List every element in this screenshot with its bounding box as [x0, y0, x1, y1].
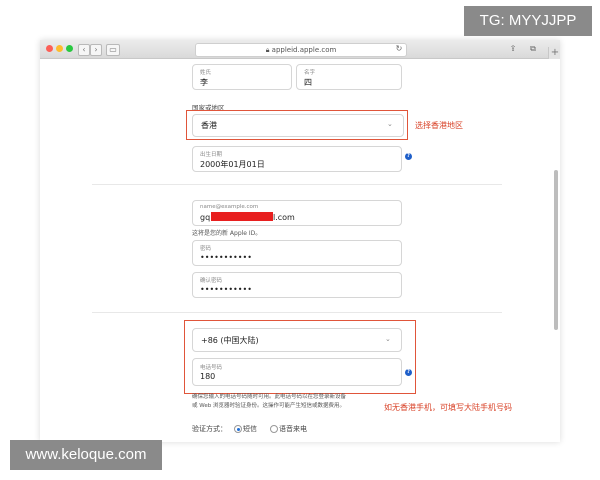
birthday-value: 2000年01月01日	[200, 160, 265, 169]
sms-radio[interactable]	[234, 425, 242, 433]
sidebar-icon[interactable]: ▭	[106, 44, 120, 56]
country-code-value: +86 (中国大陆)	[201, 336, 259, 345]
region-annotation: 选择香港地区	[415, 121, 463, 130]
phone-description-line1: 确保您输入的电话号码随时可用。此电话号码以在您登录新设备	[192, 394, 347, 400]
verify-method-label: 验证方式：	[192, 425, 227, 433]
email-value-end: l.com	[273, 213, 295, 222]
phone-description-line2: 或 Web 浏览器时验证身份。这操作可能产生短信或数据费用。	[192, 403, 345, 409]
close-window-icon[interactable]	[46, 45, 53, 52]
email-redaction	[211, 212, 273, 221]
first-name-field[interactable]: 名字 四	[296, 64, 402, 90]
last-name-field[interactable]: 姓氏 李	[192, 64, 292, 90]
confirm-password-label: 确认密码	[200, 278, 223, 284]
browser-toolbar: ‹ › ▭ 🔒︎ appleid.apple.com ↻ ⇪ ⧉	[40, 40, 560, 59]
voice-call-option-label: 语音来电	[279, 425, 307, 433]
region-value: 香港	[201, 121, 217, 130]
back-button[interactable]: ‹	[78, 44, 90, 56]
confirm-password-value: •••••••••••	[200, 285, 252, 294]
chevron-down-icon: ⌄	[387, 120, 393, 128]
help-icon[interactable]: ?	[405, 153, 412, 160]
country-code-select[interactable]: +86 (中国大陆) ⌄	[192, 328, 402, 352]
confirm-password-field[interactable]: 确认密码 •••••••••••	[192, 272, 402, 298]
voice-call-radio[interactable]	[270, 425, 278, 433]
help-icon[interactable]: ?	[405, 369, 412, 376]
password-value: •••••••••••	[200, 253, 252, 262]
first-name-value: 四	[304, 78, 312, 87]
phone-number-field[interactable]: 电话号码 180	[192, 358, 402, 386]
phone-number-value: 180	[200, 372, 216, 381]
password-label: 密码	[200, 246, 212, 252]
sms-option-label: 短信	[243, 425, 257, 433]
url-text: appleid.apple.com	[271, 46, 337, 54]
email-value-start: gq	[200, 213, 211, 222]
first-name-label: 名字	[304, 70, 316, 76]
birthday-field[interactable]: 出生日期 2000年01月01日	[192, 146, 402, 172]
section-divider	[92, 184, 502, 185]
browser-window: ‹ › ▭ 🔒︎ appleid.apple.com ↻ ⇪ ⧉ + 姓氏 李 …	[40, 40, 560, 442]
zoom-window-icon[interactable]	[66, 45, 73, 52]
birthday-label: 出生日期	[200, 152, 223, 158]
phone-number-label: 电话号码	[200, 365, 223, 371]
website-watermark: www.keloque.com	[10, 440, 162, 470]
chevron-down-icon: ⌄	[385, 335, 391, 343]
telegram-watermark: TG: MYYJJPP	[464, 6, 592, 36]
last-name-value: 李	[200, 78, 208, 87]
scrollbar-thumb[interactable]	[554, 170, 558, 330]
email-placeholder-label: name@example.com	[200, 204, 259, 210]
email-hint: 这将是您的新 Apple ID。	[192, 230, 262, 237]
lock-icon: 🔒︎	[265, 46, 270, 54]
tabs-overview-icon[interactable]: ⧉	[528, 44, 538, 54]
address-bar[interactable]: 🔒︎ appleid.apple.com	[195, 43, 407, 57]
reload-icon[interactable]: ↻	[394, 44, 404, 54]
email-field[interactable]: name@example.com gq l.com	[192, 200, 402, 226]
password-field[interactable]: 密码 •••••••••••	[192, 240, 402, 266]
region-select[interactable]: 香港 ⌄	[192, 114, 404, 137]
minimize-window-icon[interactable]	[56, 45, 63, 52]
section-divider-2	[92, 312, 502, 313]
phone-annotation: 如无香港手机，可填写大陆手机号码	[384, 403, 512, 412]
share-icon[interactable]: ⇪	[508, 44, 518, 54]
forward-button[interactable]: ›	[90, 44, 102, 56]
last-name-label: 姓氏	[200, 70, 212, 76]
